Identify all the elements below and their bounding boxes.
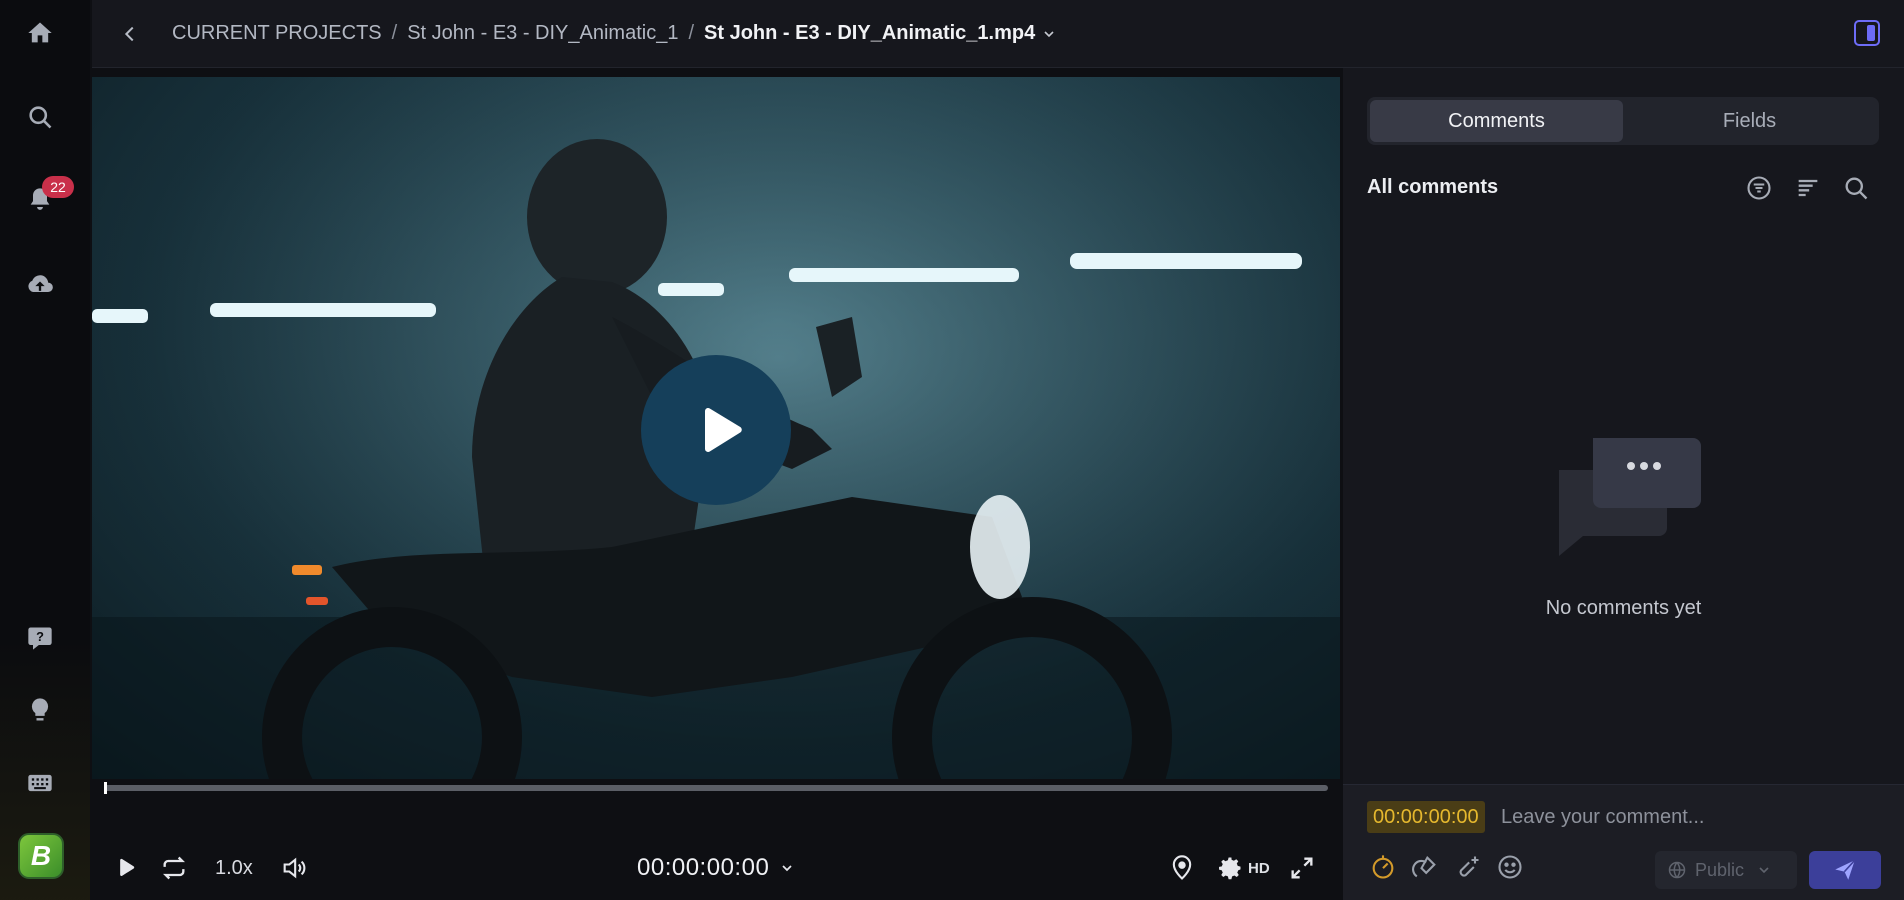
location-pin-icon[interactable] (1168, 852, 1196, 884)
visibility-label: Public (1695, 859, 1745, 880)
cloud-upload-icon[interactable] (21, 266, 59, 304)
search-icon[interactable] (21, 98, 59, 136)
comments-filter-title[interactable]: All comments (1367, 176, 1498, 199)
fullscreen-icon[interactable] (1288, 852, 1316, 884)
volume-icon[interactable] (280, 852, 308, 884)
breadcrumb-separator: / (688, 22, 695, 44)
empty-state-message: No comments yet (1545, 597, 1702, 619)
globe-icon (1668, 861, 1686, 879)
playhead[interactable] (104, 782, 107, 794)
player-controls: 1.0x 00:00:00:00 HD (92, 800, 1340, 900)
play-icon[interactable] (112, 852, 140, 884)
app-logo[interactable]: B (18, 833, 64, 879)
filter-icon[interactable] (1743, 172, 1775, 204)
loop-icon[interactable] (160, 852, 188, 884)
help-icon[interactable]: ? (21, 619, 59, 657)
empty-comments-illustration (1559, 438, 1701, 556)
search-icon[interactable] (1840, 172, 1872, 204)
comment-timecode-chip[interactable]: 00:00:00:00 (1367, 801, 1485, 833)
visibility-select[interactable]: Public (1655, 851, 1797, 889)
tab-fields[interactable]: Fields (1623, 100, 1876, 142)
playback-rate-button[interactable]: 1.0x (215, 852, 253, 884)
tab-comments[interactable]: Comments (1370, 100, 1623, 142)
send-icon (1835, 859, 1856, 880)
comments-panel: Comments Fields All comments No comments… (1343, 68, 1904, 900)
send-button[interactable] (1809, 851, 1881, 889)
play-overlay-button[interactable] (641, 355, 791, 505)
play-icon (705, 408, 742, 452)
breadcrumb: CURRENT PROJECTS / St John - E3 - DIY_An… (172, 22, 1057, 45)
chevron-down-icon (1759, 867, 1769, 874)
sort-icon[interactable] (1792, 172, 1824, 204)
panel-toggle-icon[interactable] (1854, 20, 1880, 46)
breadcrumb-current-file[interactable]: St John - E3 - DIY_Animatic_1.mp4 (704, 22, 1035, 45)
settings-button[interactable]: HD (1216, 852, 1270, 884)
breadcrumb-projects[interactable]: CURRENT PROJECTS (172, 22, 382, 45)
notification-badge: 22 (42, 176, 74, 198)
comment-composer: 00:00:00:00 Public (1343, 784, 1904, 900)
timecode-dropdown[interactable]: 00:00:00:00 (637, 854, 795, 882)
timer-icon[interactable] (1367, 851, 1399, 883)
home-icon[interactable] (21, 14, 59, 52)
gear-icon (1219, 857, 1241, 880)
chevron-down-icon[interactable] (1041, 26, 1057, 42)
video-viewer[interactable] (92, 77, 1340, 779)
timeline-scrubber[interactable] (104, 782, 1328, 794)
panel-tabs: Comments Fields (1367, 97, 1879, 145)
timecode-display: 00:00:00:00 (637, 854, 770, 881)
comment-input[interactable] (1501, 801, 1881, 833)
emoji-icon[interactable] (1494, 851, 1526, 883)
lightbulb-icon[interactable] (21, 691, 59, 729)
breadcrumb-folder[interactable]: St John - E3 - DIY_Animatic_1 (407, 22, 678, 45)
app-root: 22 ? B CURRENT PROJECTS / St John - E3 -… (0, 0, 1904, 900)
attach-icon[interactable] (1452, 851, 1484, 883)
annotate-icon[interactable] (1409, 851, 1441, 883)
svg-text:?: ? (36, 629, 44, 644)
breadcrumb-separator: / (391, 22, 398, 44)
quality-label: HD (1248, 859, 1270, 877)
left-rail: 22 ? B (0, 0, 90, 900)
chevron-down-icon (782, 865, 792, 872)
top-header: CURRENT PROJECTS / St John - E3 - DIY_An… (92, 0, 1904, 68)
back-chevron-icon[interactable] (114, 18, 146, 50)
keyboard-icon[interactable] (21, 764, 59, 802)
